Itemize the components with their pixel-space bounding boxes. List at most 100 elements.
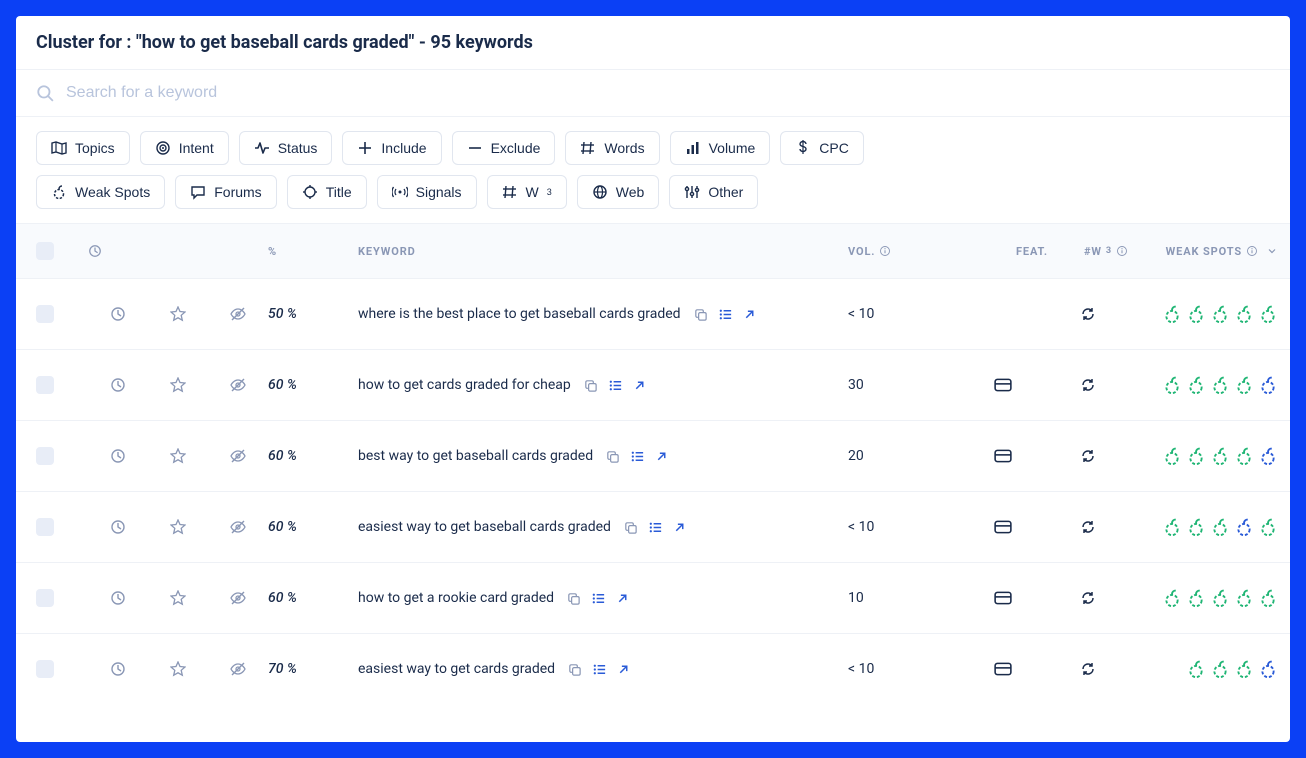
list-button[interactable] (648, 520, 663, 535)
row-hide[interactable] (208, 590, 268, 606)
row-hide[interactable] (208, 448, 268, 464)
external-link-icon (673, 521, 686, 534)
row-hide[interactable] (208, 661, 268, 677)
eye-off-icon (230, 590, 246, 606)
copy-icon (693, 307, 708, 322)
search-input[interactable] (66, 84, 1270, 102)
filter-label: Title (326, 184, 352, 200)
th-pct[interactable]: % (268, 245, 358, 258)
row-w3[interactable] (1048, 661, 1128, 677)
row-clock[interactable] (88, 448, 148, 464)
row-w3[interactable] (1048, 519, 1128, 535)
row-weak-spots (1128, 658, 1278, 680)
row-clock[interactable] (88, 519, 148, 535)
row-star[interactable] (148, 448, 208, 464)
filter-forums[interactable]: Forums (175, 175, 276, 209)
filter-title[interactable]: Title (287, 175, 367, 209)
weak-spot-icon (1210, 658, 1230, 680)
weak-spot-icon (1234, 587, 1254, 609)
open-button[interactable] (617, 663, 630, 676)
keyword-text: easiest way to get baseball cards graded (358, 519, 611, 535)
row-w3[interactable] (1048, 590, 1128, 606)
table-header: % KEYWORD VOL. FEAT. #W3 WEAK SPOTS (16, 223, 1290, 279)
filter-w[interactable]: W3 (487, 175, 567, 209)
list-button[interactable] (718, 307, 733, 322)
open-button[interactable] (743, 308, 756, 321)
row-star[interactable] (148, 661, 208, 677)
filter-web[interactable]: Web (577, 175, 660, 209)
filter-exclude[interactable]: Exclude (452, 131, 556, 165)
copy-button[interactable] (605, 449, 620, 464)
keyword-text: where is the best place to get baseball … (358, 306, 681, 322)
row-clock[interactable] (88, 661, 148, 677)
filter-status[interactable]: Status (239, 131, 333, 165)
weak-spot-icon (1210, 516, 1230, 538)
row-hide[interactable] (208, 306, 268, 322)
row-star[interactable] (148, 306, 208, 322)
open-button[interactable] (655, 450, 668, 463)
row-clock[interactable] (88, 590, 148, 606)
row-clock[interactable] (88, 377, 148, 393)
list-button[interactable] (608, 378, 623, 393)
row-w3[interactable] (1048, 448, 1128, 464)
list-button[interactable] (592, 662, 607, 677)
weak-spot-icon (1234, 303, 1254, 325)
filter-volume[interactable]: Volume (670, 131, 771, 165)
weak-spot-icon (1162, 445, 1182, 467)
list-icon (591, 591, 606, 606)
row-star[interactable] (148, 590, 208, 606)
row-checkbox[interactable] (36, 447, 54, 465)
row-hide[interactable] (208, 377, 268, 393)
copy-button[interactable] (583, 378, 598, 393)
row-checkbox[interactable] (36, 589, 54, 607)
filter-weak-spots[interactable]: Weak Spots (36, 175, 165, 209)
filter-other[interactable]: Other (669, 175, 758, 209)
row-clock[interactable] (88, 306, 148, 322)
list-icon (718, 307, 733, 322)
th-clock[interactable] (88, 244, 148, 258)
copy-button[interactable] (567, 662, 582, 677)
signal-icon (392, 184, 408, 200)
open-button[interactable] (633, 379, 646, 392)
filter-signals[interactable]: Signals (377, 175, 477, 209)
clock-icon (110, 448, 126, 464)
filter-words[interactable]: Words (565, 131, 659, 165)
list-button[interactable] (630, 449, 645, 464)
row-keyword-cell: where is the best place to get baseball … (358, 306, 848, 322)
select-all-checkbox[interactable] (36, 242, 54, 260)
row-w3[interactable] (1048, 377, 1128, 393)
list-button[interactable] (591, 591, 606, 606)
row-star[interactable] (148, 519, 208, 535)
th-w3[interactable]: #W3 (1048, 245, 1128, 258)
eye-off-icon (230, 306, 246, 322)
weak-spot-icon (1162, 587, 1182, 609)
copy-button[interactable] (693, 307, 708, 322)
clock-icon (110, 661, 126, 677)
filter-cpc[interactable]: CPC (780, 131, 864, 165)
row-pct: 60 % (268, 448, 358, 464)
filter-intent[interactable]: Intent (140, 131, 229, 165)
filter-topics[interactable]: Topics (36, 131, 130, 165)
refresh-icon (1080, 377, 1096, 393)
filter-include[interactable]: Include (342, 131, 441, 165)
table-row: 70 %easiest way to get cards graded< 10 (16, 634, 1290, 704)
open-button[interactable] (616, 592, 629, 605)
row-checkbox[interactable] (36, 660, 54, 678)
row-checkbox[interactable] (36, 305, 54, 323)
th-vol[interactable]: VOL. (848, 245, 958, 258)
row-hide[interactable] (208, 519, 268, 535)
row-select-cell (28, 589, 88, 607)
th-weak[interactable]: WEAK SPOTS (1128, 245, 1278, 258)
th-keyword[interactable]: KEYWORD (358, 245, 848, 258)
th-feat[interactable]: FEAT. (958, 245, 1048, 258)
row-w3[interactable] (1048, 306, 1128, 322)
open-button[interactable] (673, 521, 686, 534)
row-checkbox[interactable] (36, 376, 54, 394)
filter-label: Volume (709, 140, 756, 156)
row-checkbox[interactable] (36, 518, 54, 536)
hash-icon (580, 140, 596, 156)
copy-button[interactable] (623, 520, 638, 535)
row-star[interactable] (148, 377, 208, 393)
copy-button[interactable] (566, 591, 581, 606)
weak-spot-icon (1234, 374, 1254, 396)
